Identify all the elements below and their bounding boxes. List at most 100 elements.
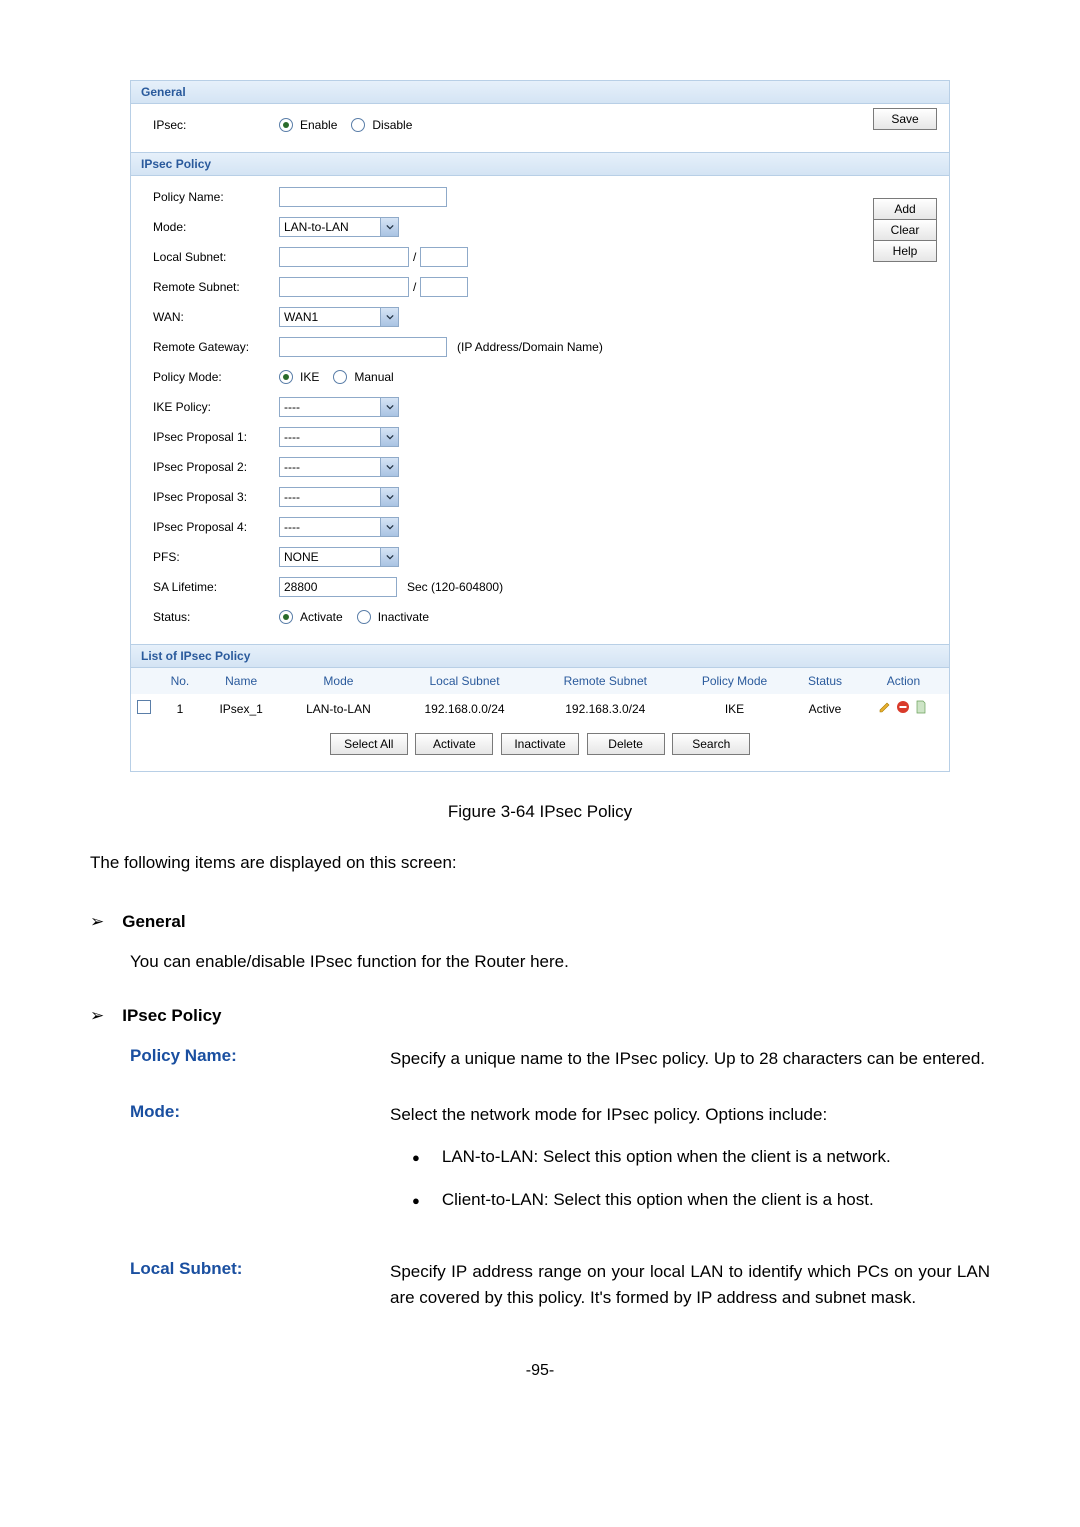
heading-general-text: General [122,912,185,932]
pfs-label: PFS: [139,550,279,564]
wan-label: WAN: [139,310,279,324]
local-subnet-ip-input[interactable] [279,247,409,267]
doc-icon[interactable] [914,700,928,717]
page-number: -95- [90,1362,990,1380]
cell-name: IPsex_1 [201,694,282,723]
edit-icon[interactable] [878,700,892,717]
policy-mode-manual-radio[interactable] [333,370,347,384]
col-policy-mode: Policy Mode [677,668,792,694]
policy-mode-ike-text: IKE [300,370,319,384]
term-policy-name: Policy Name: [130,1046,390,1072]
ipsec-disable-text: Disable [372,118,412,132]
search-button[interactable]: Search [672,733,750,755]
inactivate-button[interactable]: Inactivate [501,733,579,755]
chevron-down-icon [380,398,398,416]
chevron-down-icon [380,458,398,476]
desc-local-subnet: Specify IP address range on your local L… [390,1259,990,1312]
pfs-select[interactable]: NONE [279,547,399,567]
chevron-down-icon [380,518,398,536]
desc-policy-name: Specify a unique name to the IPsec polic… [390,1046,990,1072]
col-remote-subnet: Remote Subnet [534,668,677,694]
list-footer-buttons: Select All Activate Inactivate Delete Se… [131,723,949,771]
status-activate-radio[interactable] [279,610,293,624]
heading-ipsec-policy: ➢ IPsec Policy [90,1006,990,1026]
def-local-subnet: Local Subnet: Specify IP address range o… [130,1259,990,1312]
wan-select[interactable]: WAN1 [279,307,399,327]
col-status: Status [792,668,858,694]
chevron-down-icon [380,428,398,446]
ike-policy-select[interactable]: ---- [279,397,399,417]
activate-button[interactable]: Activate [415,733,493,755]
ipsec-proposal-4-select[interactable]: ---- [279,517,399,537]
desc-mode: Select the network mode for IPsec policy… [390,1102,990,1229]
local-subnet-label: Local Subnet: [139,250,279,264]
heading-ipsec-text: IPsec Policy [122,1006,221,1026]
add-button[interactable]: Add [873,198,937,220]
delete-icon[interactable] [896,700,910,717]
policy-name-input[interactable] [279,187,447,207]
ipsec-proposal-3-select[interactable]: ---- [279,487,399,507]
status-inactivate-radio[interactable] [357,610,371,624]
ipsec-proposal-3-label: IPsec Proposal 3: [139,490,279,504]
mode-label: Mode: [139,220,279,234]
remote-gateway-hint: (IP Address/Domain Name) [457,340,603,354]
ipsec-config-panel: General IPsec: Enable Disable Save IPsec… [130,80,950,772]
figure-caption: Figure 3-64 IPsec Policy [90,802,990,822]
cell-local: 192.168.0.0/24 [395,694,533,723]
row-checkbox[interactable] [137,700,151,714]
policy-mode-manual-text: Manual [354,370,393,384]
cell-remote: 192.168.3.0/24 [534,694,677,723]
ipsec-disable-radio[interactable] [351,118,365,132]
status-activate-text: Activate [300,610,343,624]
mode-select[interactable]: LAN-to-LAN [279,217,399,237]
slash-separator: / [413,280,416,294]
col-local-subnet: Local Subnet [395,668,533,694]
cell-pmode: IKE [677,694,792,723]
ipsec-proposal-1-select[interactable]: ---- [279,427,399,447]
remote-subnet-mask-input[interactable] [420,277,468,297]
ipsec-enable-radio[interactable] [279,118,293,132]
remote-subnet-label: Remote Subnet: [139,280,279,294]
intro-paragraph: The following items are displayed on thi… [90,850,990,876]
remote-gateway-input[interactable] [279,337,447,357]
ipsec-proposal-4-label: IPsec Proposal 4: [139,520,279,534]
sa-lifetime-hint: Sec (120-604800) [407,580,503,594]
delete-button[interactable]: Delete [587,733,665,755]
section-header-general: General [131,81,949,104]
ipsec-label: IPsec: [139,118,279,132]
term-mode: Mode: [130,1102,390,1229]
ipsec-proposal-2-select[interactable]: ---- [279,457,399,477]
general-form: IPsec: Enable Disable Save [131,104,949,152]
ipsec-proposal-1-label: IPsec Proposal 1: [139,430,279,444]
col-action: Action [858,668,949,694]
save-button[interactable]: Save [873,108,937,130]
policy-mode-ike-radio[interactable] [279,370,293,384]
ike-policy-label: IKE Policy: [139,400,279,414]
sa-lifetime-input[interactable] [279,577,397,597]
ipsec-enable-text: Enable [300,118,337,132]
help-button[interactable]: Help [873,240,937,262]
sa-lifetime-label: SA Lifetime: [139,580,279,594]
bullet-lan-text: LAN-to-LAN: Select this option when the … [442,1144,990,1170]
policy-mode-label: Policy Mode: [139,370,279,384]
mode-select-value: LAN-to-LAN [280,220,380,234]
wan-select-value: WAN1 [280,310,380,324]
status-inactivate-text: Inactivate [378,610,429,624]
remote-subnet-ip-input[interactable] [279,277,409,297]
col-mode: Mode [281,668,395,694]
chevron-down-icon [380,308,398,326]
col-no: No. [159,668,201,694]
general-body-text: You can enable/disable IPsec function fo… [130,952,990,972]
ike-policy-value: ---- [280,400,380,414]
policy-name-label: Policy Name: [139,190,279,204]
clear-button[interactable]: Clear [873,219,937,241]
local-subnet-mask-input[interactable] [420,247,468,267]
section-header-list: List of IPsec Policy [131,644,949,668]
select-all-button[interactable]: Select All [330,733,408,755]
term-local-subnet: Local Subnet: [130,1259,390,1312]
chevron-down-icon [380,548,398,566]
bullet-lan-to-lan: ● LAN-to-LAN: Select this option when th… [412,1144,990,1170]
arrow-icon: ➢ [90,1006,104,1026]
section-header-ipsec-policy: IPsec Policy [131,152,949,176]
ipsec-proposal-2-label: IPsec Proposal 2: [139,460,279,474]
